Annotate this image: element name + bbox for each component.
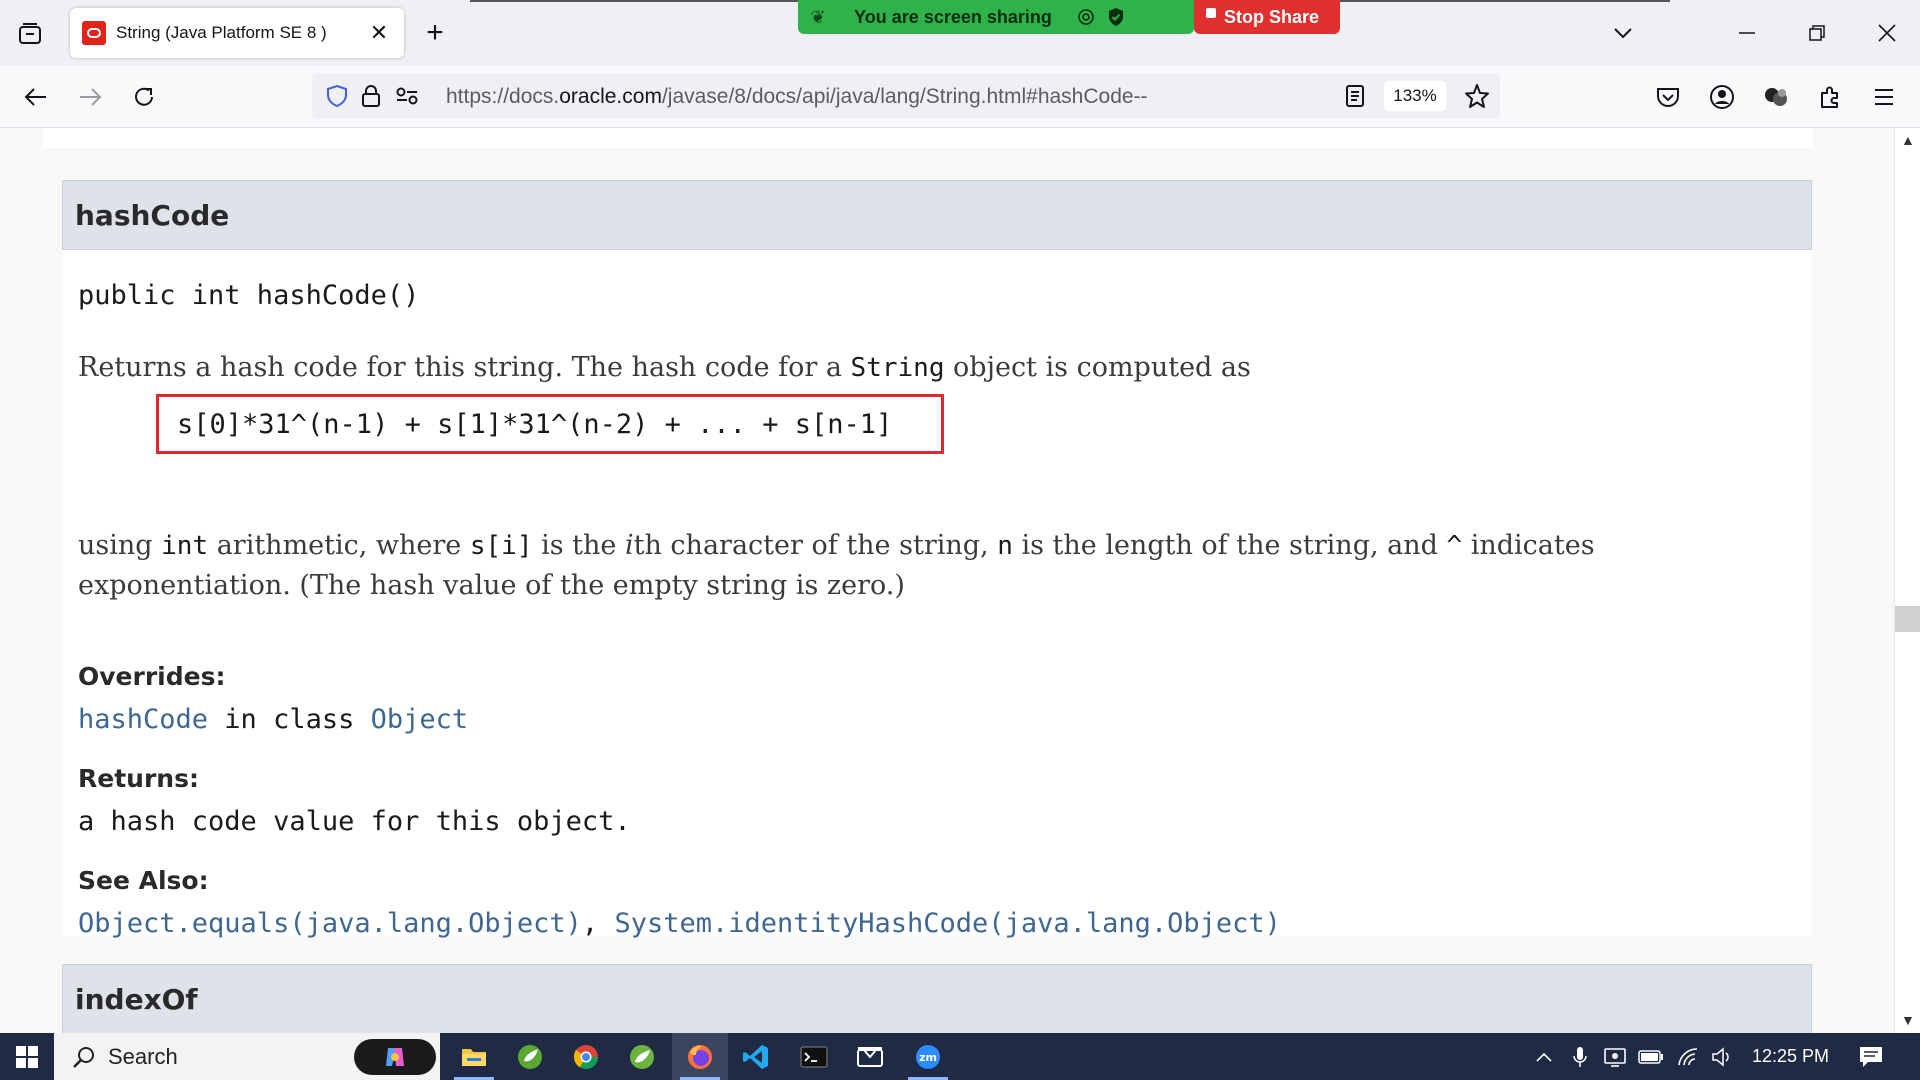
notifications-icon[interactable]	[1854, 1033, 1888, 1080]
next-method-header: indexOf	[62, 964, 1812, 1033]
microphone-icon[interactable]	[1566, 1033, 1594, 1080]
stop-share-button[interactable]: Stop Share	[1194, 0, 1340, 34]
overrides-method-link[interactable]: hashCode	[78, 704, 208, 735]
menu-hamburger-icon[interactable]	[1864, 77, 1904, 117]
method-header: hashCode	[62, 180, 1812, 250]
overrides-label: Overrides:	[78, 662, 226, 691]
account-icon[interactable]	[1702, 77, 1742, 117]
permissions-icon[interactable]	[392, 81, 422, 111]
chrome-icon[interactable]	[558, 1033, 614, 1080]
new-tab-button[interactable]: +	[418, 16, 452, 50]
stop-share-label: Stop Share	[1224, 6, 1320, 27]
copilot-icon[interactable]	[354, 1039, 436, 1075]
method-heading: hashCode	[75, 199, 230, 232]
wifi-icon[interactable]	[1674, 1033, 1704, 1080]
see-also-links: Object.equals(java.lang.Object), System.…	[78, 908, 1281, 939]
file-explorer-icon[interactable]	[446, 1033, 502, 1080]
tab-strip: String (Java Platform SE 8 ) ✕ + ❦ You a…	[0, 0, 1920, 66]
extensions-puzzle-icon[interactable]	[1810, 77, 1850, 117]
overrides-value: hashCode in class Object	[78, 704, 469, 735]
battery-icon[interactable]	[1636, 1033, 1666, 1080]
show-hidden-icons-icon[interactable]	[1530, 1033, 1558, 1080]
address-bar[interactable]: https://docs.oracle.com/javase/8/docs/ap…	[312, 73, 1500, 119]
see-also-label: See Also:	[78, 866, 209, 895]
terminal-icon[interactable]	[786, 1033, 842, 1080]
bookmark-star-icon[interactable]	[1462, 81, 1492, 111]
object-equals-link[interactable]: Object.equals(java.lang.Object)	[78, 908, 582, 939]
tab-overflow-icon[interactable]	[1600, 14, 1646, 52]
zoom-app-icon[interactable]: zm	[900, 1033, 956, 1080]
scroll-down-icon[interactable]: ▼	[1901, 1012, 1915, 1028]
close-tab-icon[interactable]: ✕	[366, 20, 392, 46]
close-window-icon[interactable]	[1864, 14, 1910, 52]
spring-tools-icon[interactable]	[502, 1033, 558, 1080]
returns-value: a hash code value for this object.	[78, 806, 631, 837]
pocket-icon[interactable]	[1648, 77, 1688, 117]
forward-arrow-icon[interactable]	[70, 77, 110, 117]
stop-icon	[1206, 8, 1216, 18]
shield-check-icon[interactable]	[1104, 5, 1128, 29]
windows-start-icon[interactable]	[0, 1033, 54, 1080]
taskbar-clock[interactable]: 12:25 PM	[1752, 1046, 1829, 1067]
navigation-toolbar: https://docs.oracle.com/javase/8/docs/ap…	[0, 66, 1920, 128]
zoom-level-button[interactable]: 133%	[1384, 81, 1446, 111]
back-arrow-icon[interactable]	[16, 77, 56, 117]
previous-section-bottom	[43, 128, 1813, 148]
hash-formula: s[0]*31^(n-1) + s[1]*31^(n-2) + ... + s[…	[177, 409, 893, 440]
vscode-icon[interactable]	[728, 1033, 784, 1080]
method-description: Returns a hash code for this string. The…	[78, 352, 1251, 383]
search-icon	[73, 1046, 94, 1068]
highlighted-formula: s[0]*31^(n-1) + s[1]*31^(n-2) + ... + s[…	[156, 394, 944, 454]
snipping-tool-icon[interactable]	[842, 1033, 898, 1080]
zoom-leaf-icon: ❦	[810, 6, 826, 27]
scrollbar-thumb[interactable]	[1895, 606, 1920, 632]
search-label: Search	[108, 1043, 178, 1069]
svg-text:zm: zm	[919, 1051, 937, 1064]
screen-capture-icon[interactable]	[1600, 1033, 1630, 1080]
oracle-favicon-icon	[82, 21, 106, 45]
share-status-icon[interactable]	[1074, 5, 1098, 29]
tab-string-docs[interactable]: String (Java Platform SE 8 ) ✕	[70, 8, 404, 58]
method-signature: public int hashCode()	[78, 280, 420, 311]
scroll-up-icon[interactable]: ▲	[1901, 132, 1915, 148]
method-description-detail: using int arithmetic, where s[i] is the …	[78, 530, 1595, 601]
next-method-heading: indexOf	[75, 983, 198, 1016]
screen-share-bar: ❦ You are screen sharing	[798, 0, 1194, 34]
identity-hashcode-link[interactable]: System.identityHashCode(java.lang.Object…	[614, 908, 1280, 939]
tracking-shield-icon[interactable]	[322, 81, 352, 111]
page-scrollbar[interactable]: ▲ ▼	[1894, 128, 1920, 1033]
spring-boot-icon[interactable]	[614, 1033, 670, 1080]
tab-title: String (Java Platform SE 8 )	[116, 23, 327, 42]
extension-badge-icon[interactable]	[1756, 77, 1796, 117]
minimize-icon[interactable]	[1724, 14, 1770, 52]
screen-share-status: You are screen sharing	[854, 6, 1052, 27]
tab-list-icon[interactable]	[14, 18, 46, 50]
firefox-icon[interactable]	[672, 1033, 728, 1080]
object-class-link[interactable]: Object	[371, 704, 469, 735]
reader-view-icon[interactable]	[1340, 81, 1370, 111]
lock-icon[interactable]	[356, 81, 386, 111]
restore-icon[interactable]	[1794, 14, 1840, 52]
reload-icon[interactable]	[124, 77, 164, 117]
page-content: hashCode public int hashCode() Returns a…	[0, 128, 1894, 1033]
url-text[interactable]: https://docs.oracle.com/javase/8/docs/ap…	[446, 85, 1148, 109]
method-detail-indexof: indexOf	[62, 964, 1812, 1033]
method-detail-hashcode: hashCode public int hashCode() Returns a…	[62, 180, 1812, 939]
windows-taskbar: Search zm 12:25 PM	[0, 1033, 1920, 1080]
returns-label: Returns:	[78, 764, 199, 793]
volume-icon[interactable]	[1708, 1033, 1738, 1080]
